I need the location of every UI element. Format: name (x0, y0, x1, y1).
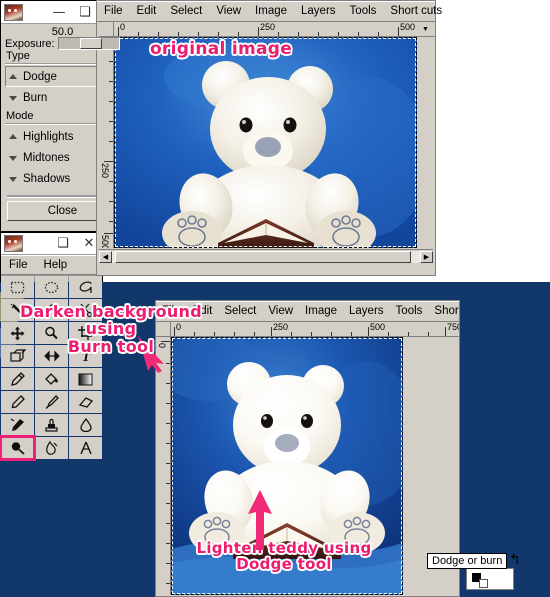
menu-shortcuts[interactable]: Short cuts (383, 5, 449, 17)
exposure-row[interactable]: Exposure: (5, 37, 120, 50)
paintbrush-icon[interactable] (35, 391, 68, 413)
menu-help[interactable]: Help (36, 259, 76, 271)
menu-view[interactable]: View (209, 5, 248, 17)
original-image-window[interactable]: File Edit Select View Image Layers Tools… (96, 0, 442, 276)
gradient-blend-icon[interactable] (69, 368, 102, 390)
exposure-label: Exposure: (5, 37, 55, 50)
radio-indicator-icon (9, 72, 18, 81)
menu-image[interactable]: Image (299, 305, 343, 317)
dodge-burn-icon[interactable] (0, 435, 36, 461)
menu-shortcuts[interactable]: Short cuts (428, 305, 459, 317)
radio-shadows-label: Shadows (23, 172, 71, 185)
menu-view[interactable]: View (262, 305, 299, 317)
pencil-icon[interactable] (1, 391, 34, 413)
ruler-horizontal[interactable]: 0 250 500 (114, 22, 417, 37)
ruler-label: 500 (400, 22, 416, 32)
mode-group-label: Mode (6, 110, 34, 122)
annotation-burn-tool: Darken background using Burn tool (19, 302, 203, 356)
scroll-right-arrow[interactable]: ▶ (420, 250, 433, 263)
image-canvas-original[interactable] (114, 37, 417, 248)
statusbar-original (99, 264, 433, 274)
menu-edit[interactable]: Edit (130, 5, 164, 17)
ruler-label: 500 (100, 235, 110, 248)
scroll-track[interactable] (112, 250, 420, 263)
radio-indicator-icon (9, 153, 18, 162)
menu-file[interactable]: File (1, 259, 36, 271)
ruler-label: 500 (370, 322, 386, 332)
menu-layers[interactable]: Layers (343, 305, 390, 317)
menu-layers[interactable]: Layers (294, 5, 343, 17)
menu-select[interactable]: Select (218, 305, 262, 317)
color-picker-icon[interactable] (1, 368, 34, 390)
background-color-swatch[interactable] (479, 579, 488, 588)
radio-indicator-icon (9, 132, 18, 141)
dodge-burn-tooltip: Dodge or burn (427, 553, 508, 569)
menu-tools[interactable]: Tools (343, 5, 384, 17)
menu-select[interactable]: Select (163, 5, 209, 17)
clone-stamp-icon[interactable] (35, 414, 68, 436)
exposure-slider[interactable] (57, 37, 120, 50)
smudge-icon[interactable] (35, 437, 68, 459)
maximize-button[interactable]: ❑ (50, 234, 76, 254)
maximize-button[interactable]: ❑ (72, 2, 98, 22)
measure-icon[interactable] (69, 437, 102, 459)
scrollbar-horizontal-original[interactable]: ◀ ▶ (99, 249, 433, 263)
gimp-wilber-icon (4, 235, 23, 252)
teddy-bear-photo (114, 37, 417, 248)
toolbox-titlebar[interactable]: ❑ ✕ (1, 233, 102, 255)
ellipse-select-icon[interactable] (35, 276, 68, 298)
undo-arrow-icon[interactable]: ↰ (509, 551, 521, 568)
ruler-label: 0 (120, 22, 126, 32)
airbrush-icon[interactable] (1, 414, 34, 436)
gimp-toolbox-window[interactable]: ❑ ✕ File Help T (0, 232, 103, 497)
ruler-label: 250 (273, 322, 289, 332)
menu-file[interactable]: File (97, 5, 130, 17)
ruler-label: 250 (260, 22, 276, 32)
ruler-label: 250 (100, 163, 110, 179)
rect-select-icon[interactable] (1, 276, 34, 298)
ruler-unit-menu[interactable]: ▼ (417, 22, 435, 37)
radio-indicator-icon (9, 93, 18, 102)
radio-dodge-label: Dodge (23, 70, 57, 83)
menubar-original[interactable]: File Edit Select View Image Layers Tools… (97, 1, 442, 22)
blur-sharpen-icon[interactable] (69, 414, 102, 436)
radio-indicator-icon (9, 174, 18, 183)
annotation-original-image: original image (149, 39, 293, 59)
menu-image[interactable]: Image (248, 5, 294, 17)
radio-midtones-label: Midtones (23, 151, 70, 164)
menu-tools[interactable]: Tools (390, 305, 429, 317)
eraser-icon[interactable] (69, 391, 102, 413)
ruler-label: 750 (447, 322, 459, 332)
type-group-label: Type (6, 50, 30, 62)
free-select-lasso-icon[interactable] (69, 276, 102, 298)
ruler-vertical[interactable]: 0 250 500 (99, 37, 114, 248)
minimize-button[interactable]: — (46, 2, 72, 22)
scroll-left-arrow[interactable]: ◀ (99, 250, 112, 263)
annotation-dodge-tool: Lighten teddy using Dodge tool (196, 539, 372, 574)
toolbox-menubar[interactable]: File Help (1, 255, 102, 275)
radio-burn-label: Burn (23, 91, 48, 104)
radio-highlights-label: Highlights (23, 130, 74, 143)
exposure-slider-knob[interactable] (80, 38, 103, 49)
bucket-fill-icon[interactable] (35, 368, 68, 390)
ruler-corner (99, 22, 114, 37)
scroll-thumb[interactable] (115, 250, 411, 263)
gimp-wilber-icon (4, 3, 23, 21)
color-swatch[interactable] (466, 568, 514, 590)
